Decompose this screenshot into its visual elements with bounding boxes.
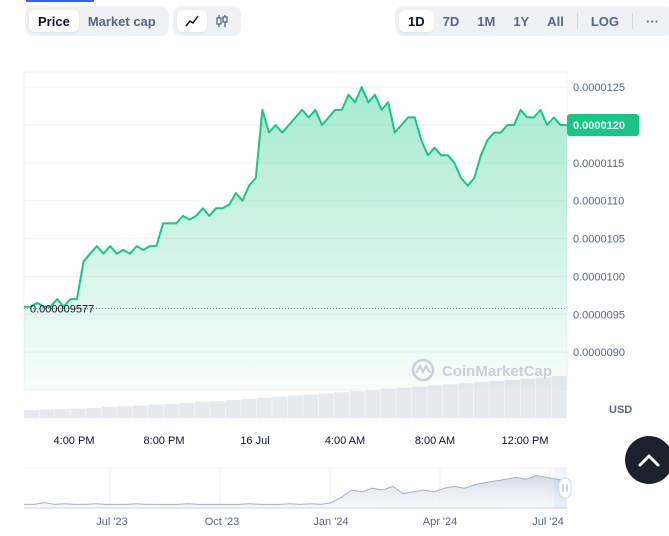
y-tick-label: 0.0000110 <box>573 196 624 208</box>
navigator-x-tick-label: Apr '24 <box>423 516 458 528</box>
volume-bar <box>427 385 443 418</box>
x-tick-label: 8:00 PM <box>144 435 185 447</box>
y-tick-label: 0.0000095 <box>573 309 625 321</box>
navigator-x-tick-label: Jan '24 <box>313 516 348 528</box>
price-chart[interactable]: 0.000009577 CoinMarketCap 0.0000125 0.000… <box>0 0 669 536</box>
open-price-label: 0.000009577 <box>30 303 94 315</box>
volume-bar <box>411 386 427 418</box>
volume-bar <box>287 395 303 418</box>
volume-bar <box>241 398 257 418</box>
navigator-x-tick-label: Jul '24 <box>532 516 563 528</box>
volume-bar <box>365 390 381 418</box>
volume-bar <box>225 400 241 418</box>
volume-bar <box>256 397 272 418</box>
volume-bar <box>349 391 365 418</box>
y-tick-label: 0.0000105 <box>573 234 625 246</box>
volume-bar <box>148 404 164 418</box>
navigator-handle <box>558 477 572 499</box>
volume-bar <box>272 396 288 418</box>
volume-bar <box>86 407 102 418</box>
x-tick-label: 12:00 PM <box>501 435 548 447</box>
volume-bar <box>24 410 40 418</box>
volume-bar <box>163 404 179 418</box>
volume-bar <box>303 394 319 418</box>
volume-bar <box>70 408 86 418</box>
volume-bar <box>55 409 71 418</box>
x-tick-label: 4:00 AM <box>325 435 365 447</box>
navigator-area <box>24 475 567 508</box>
y-tick-label: 0.0000115 <box>573 158 624 170</box>
x-tick-label: 8:00 AM <box>415 435 455 447</box>
y-tick-label: 0.0000125 <box>573 82 625 94</box>
volume-bar <box>132 405 148 418</box>
volume-bar <box>39 409 55 418</box>
volume-bar <box>194 401 210 418</box>
volume-bar <box>179 402 195 418</box>
chevron-up-icon <box>638 454 660 467</box>
current-price-label: 0.0000120 <box>573 120 625 132</box>
volume-bar <box>396 387 412 418</box>
y-tick-label: 0.0000090 <box>573 347 625 359</box>
volume-bar <box>334 392 350 418</box>
x-tick-label: 4:00 PM <box>54 435 95 447</box>
x-tick-label: 16 Jul <box>240 435 269 447</box>
volume-bar <box>101 406 117 418</box>
scroll-to-top-button[interactable] <box>625 436 669 484</box>
currency-label: USD <box>609 404 632 416</box>
navigator-x-tick-label: Jul '23 <box>96 516 127 528</box>
y-tick-label: 0.0000100 <box>573 271 625 283</box>
watermark-text: CoinMarketCap <box>442 363 552 380</box>
navigator-x-tick-label: Oct '23 <box>205 516 240 528</box>
volume-bar <box>318 393 334 418</box>
volume-bar <box>210 401 226 418</box>
volume-bar <box>117 406 133 418</box>
volume-bar <box>380 388 396 418</box>
